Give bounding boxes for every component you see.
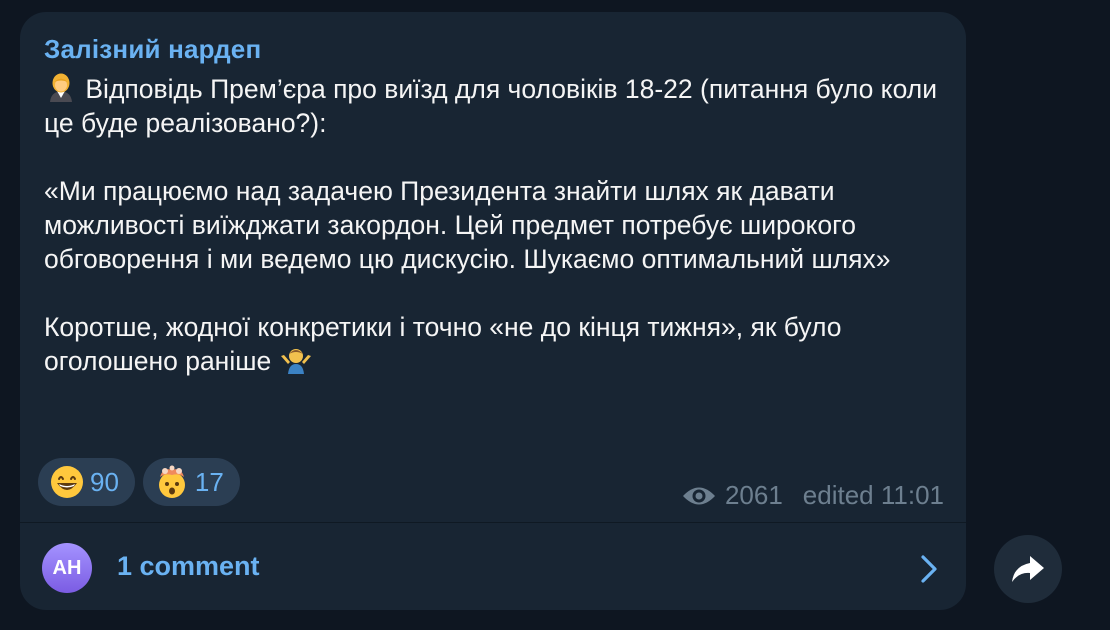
exploding-head-emoji bbox=[158, 465, 185, 498]
edited-timestamp: edited 11:01 bbox=[802, 480, 944, 510]
views-count: 2061 bbox=[724, 480, 783, 510]
grinning-face-emoji bbox=[51, 466, 83, 498]
message-text: Відповідь Прем’єра про виїзд для чоловік… bbox=[44, 72, 944, 412]
eye-icon bbox=[682, 487, 715, 504]
post-meta: 2061 edited 11:01 bbox=[681, 480, 944, 511]
comments-button[interactable]: AH 1 comment bbox=[20, 523, 966, 610]
message-paragraph-3-text: Коротше, жодної конкретики і точно «не д… bbox=[44, 312, 842, 376]
chevron-right-icon bbox=[921, 555, 937, 583]
share-button[interactable] bbox=[994, 535, 1062, 603]
channel-post-bubble: Залізний нардеп Відповідь Прем’єра про в… bbox=[20, 12, 966, 610]
share-arrow-icon bbox=[1012, 556, 1044, 582]
reaction-exploding-head[interactable]: 17 bbox=[142, 458, 240, 506]
avatar: AH bbox=[42, 543, 92, 593]
man-shrugging-emoji bbox=[280, 349, 311, 374]
reaction-count: 90 bbox=[90, 466, 119, 497]
reactions-bar: 90 17 bbox=[38, 458, 240, 506]
message-paragraph-2: «Ми працюємо над задачею Президента знай… bbox=[44, 176, 891, 274]
comments-label: 1 comment bbox=[117, 551, 260, 581]
channel-name[interactable]: Залізний нардеп bbox=[44, 34, 261, 65]
woman-office-worker-emoji bbox=[50, 73, 72, 102]
message-paragraph-3: Коротше, жодної конкретики і точно «не д… bbox=[44, 310, 944, 378]
message-paragraph-1-text: Відповідь Прем’єра про виїзд для чоловік… bbox=[44, 74, 937, 138]
message-paragraph-1: Відповідь Прем’єра про виїзд для чоловік… bbox=[44, 72, 944, 140]
reaction-grinning[interactable]: 90 bbox=[38, 458, 135, 506]
reaction-count: 17 bbox=[194, 466, 224, 497]
